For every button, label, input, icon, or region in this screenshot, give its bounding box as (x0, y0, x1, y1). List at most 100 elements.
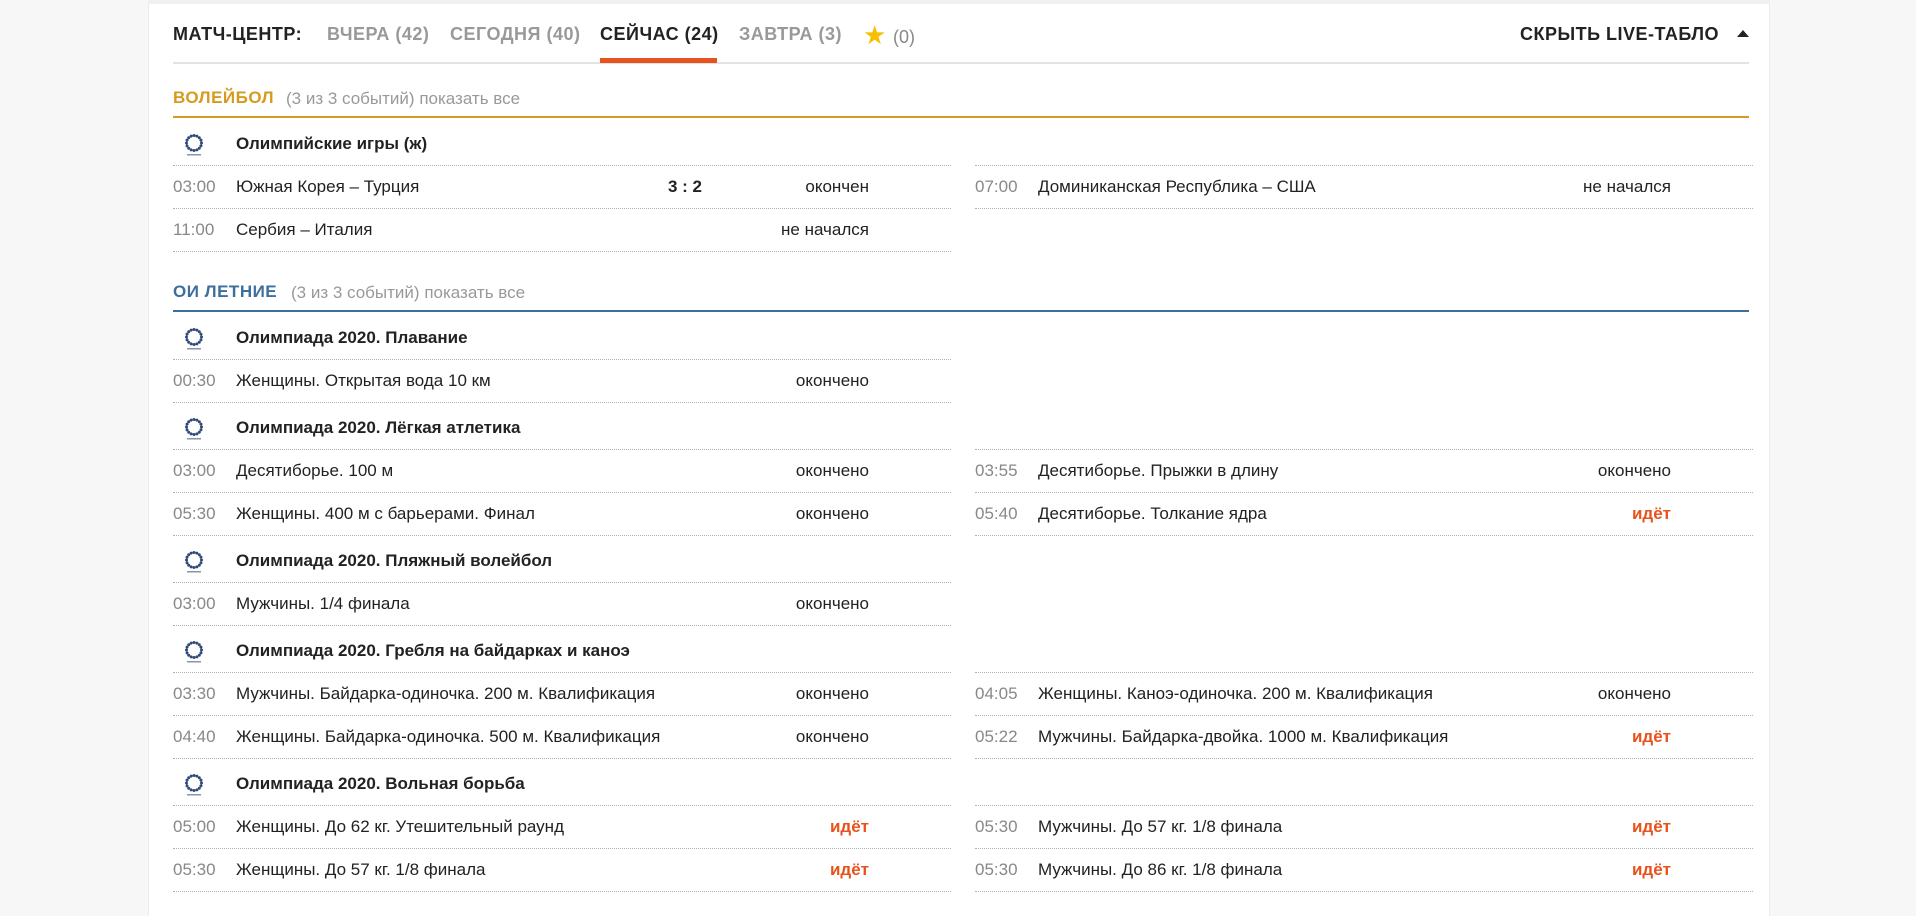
event-row[interactable]: 03:30 Мужчины. Байдарка-одиночка. 200 м. … (173, 672, 951, 715)
event-row[interactable]: 03:55 Десятиборье. Прыжки в длину окончено (975, 449, 1753, 492)
league-name[interactable]: Олимпиада 2020. Вольная борьба (236, 772, 525, 796)
event-time: 07:00 (975, 177, 1018, 196)
league-name[interactable]: Олимпиада 2020. Плавание (236, 326, 468, 350)
event-title[interactable]: Мужчины. 1/4 финала (236, 593, 410, 615)
event-title[interactable]: Женщины. До 62 кг. Утешительный раунд (236, 816, 564, 838)
event-time: 05:00 (173, 817, 216, 836)
event-time: 05:40 (975, 504, 1018, 523)
event-title[interactable]: Женщины. Байдарка-одиночка. 500 м. Квали… (236, 726, 660, 748)
olympic-logo-icon (185, 641, 203, 663)
league-name[interactable]: Олимпиада 2020. Лёгкая атлетика (236, 416, 520, 440)
row-divider (173, 891, 951, 892)
event-status: окончено (795, 461, 869, 480)
event-time: 05:30 (975, 860, 1018, 879)
event-row[interactable]: 11:00 Сербия – Италия не начался (173, 208, 951, 251)
event-time: 03:00 (173, 594, 216, 613)
event-status: идёт (1631, 860, 1671, 879)
event-row[interactable]: 00:30 Женщины. Открытая вода 10 км окончен… (173, 359, 951, 402)
event-status: окончено (795, 504, 869, 523)
tab-yesterday[interactable]: ВЧЕРА (42) (327, 20, 429, 48)
event-row[interactable]: 03:00 Мужчины. 1/4 финала окончено (173, 582, 951, 625)
event-row[interactable]: 05:22 Мужчины. Байдарка-двойка. 1000 м. К… (975, 715, 1753, 758)
olympic-logo-icon (185, 774, 203, 796)
sport-name[interactable]: ВОЛЕЙБОЛ (173, 88, 274, 108)
event-time: 05:30 (975, 817, 1018, 836)
league-header: Олимпиада 2020. Плавание (173, 312, 951, 359)
event-status: окончено (1597, 461, 1671, 480)
event-status: идёт (829, 817, 869, 836)
row-divider (975, 208, 1753, 209)
hide-live-board-button[interactable]: СКРЫТЬ LIVE-ТАБЛО (1520, 20, 1749, 48)
favorites-count: (0) (893, 27, 915, 47)
event-time: 03:55 (975, 461, 1018, 480)
event-row[interactable]: 04:40 Женщины. Байдарка-одиночка. 500 м. … (173, 715, 951, 758)
event-row[interactable]: 07:00 Доминиканская Республика – США не на… (975, 165, 1753, 208)
league-name[interactable]: Олимпийские игры (ж) (236, 132, 427, 156)
event-time: 04:05 (975, 684, 1018, 703)
event-status: окончено (795, 727, 869, 746)
event-status: окончено (795, 594, 869, 613)
sport-section-header: ОИ ЛЕТНИЕ (3 из 3 событий) показать все (173, 274, 1749, 312)
sport-name[interactable]: ОИ ЛЕТНИЕ (173, 282, 277, 302)
event-status: окончено (795, 684, 869, 703)
row-divider (975, 535, 1753, 536)
event-title[interactable]: Женщины. Открытая вода 10 км (236, 370, 491, 392)
row-divider (975, 891, 1753, 892)
events-count: (3 из 3 событий) (286, 89, 415, 108)
event-title[interactable]: Мужчины. До 86 кг. 1/8 финала (1038, 859, 1282, 881)
olympic-logo-icon (185, 134, 203, 156)
event-title[interactable]: Мужчины. Байдарка-двойка. 1000 м. Квалиф… (1038, 726, 1448, 748)
events-count-info: (3 из 3 событий) показать все (286, 89, 520, 109)
event-title[interactable]: Женщины. До 57 кг. 1/8 финала (236, 859, 485, 881)
event-status: окончено (795, 371, 869, 390)
show-all-link[interactable]: показать все (419, 89, 520, 108)
event-title[interactable]: Сербия – Италия (236, 219, 372, 241)
event-title[interactable]: Десятиборье. 100 м (236, 460, 393, 482)
event-status: идёт (829, 860, 869, 879)
events-count: (3 из 3 событий) (291, 283, 420, 302)
event-row[interactable]: 05:40 Десятиборье. Толкание ядра идёт (975, 492, 1753, 535)
league-name[interactable]: Олимпиада 2020. Гребля на байдарках и ка… (236, 639, 630, 663)
event-status: окончено (1597, 684, 1671, 703)
event-row[interactable]: 05:00 Женщины. До 62 кг. Утешительный рау… (173, 805, 951, 848)
event-row[interactable]: 05:30 Мужчины. До 57 кг. 1/8 финала идёт (975, 805, 1753, 848)
league-name[interactable]: Олимпиада 2020. Пляжный волейбол (236, 549, 552, 573)
tab-today[interactable]: СЕГОДНЯ (40) (450, 20, 581, 48)
event-time: 03:30 (173, 684, 216, 703)
event-row[interactable]: 04:05 Женщины. Каноэ-одиночка. 200 м. Ква… (975, 672, 1753, 715)
event-title[interactable]: Десятиборье. Толкание ядра (1038, 503, 1267, 525)
hide-live-board-label: СКРЫТЬ LIVE-ТАБЛО (1519, 24, 1719, 44)
event-status: идёт (1631, 727, 1671, 746)
event-status: не начался (781, 220, 869, 239)
event-title[interactable]: Женщины. Каноэ-одиночка. 200 м. Квалифик… (1038, 683, 1433, 705)
event-row[interactable]: 03:00 Южная Корея – Турция 3 : 2 окончен (173, 165, 951, 208)
event-row[interactable]: 05:30 Женщины. 400 м с барьерами. Финал ок… (173, 492, 951, 535)
league-header: Олимпиада 2020. Лёгкая атлетика (173, 402, 951, 449)
event-row[interactable]: 05:30 Мужчины. До 86 кг. 1/8 финала идёт (975, 848, 1753, 891)
caret-up-icon (1737, 29, 1749, 37)
active-tab-underline (600, 58, 717, 63)
event-time: 00:30 (173, 371, 216, 390)
event-time: 05:30 (173, 504, 216, 523)
event-status: идёт (1631, 817, 1671, 836)
event-score: 3 : 2 (668, 177, 703, 196)
event-row[interactable]: 03:00 Десятиборье. 100 м окончено (173, 449, 951, 492)
event-title[interactable]: Мужчины. До 57 кг. 1/8 финала (1038, 816, 1282, 838)
star-icon[interactable]: ★ (863, 22, 886, 48)
sport-section-header: ВОЛЕЙБОЛ (3 из 3 событий) показать все (173, 80, 1749, 118)
event-row[interactable]: 05:30 Женщины. До 57 кг. 1/8 финала идёт (173, 848, 951, 891)
event-title[interactable]: Мужчины. Байдарка-одиночка. 200 м. Квали… (236, 683, 655, 705)
scoreboard-content: МАТЧ-ЦЕНТР: ВЧЕРА (42) СЕГОДНЯ (40) СЕЙЧ… (173, 4, 1753, 892)
event-time: 04:40 (173, 727, 216, 746)
event-title[interactable]: Десятиборье. Прыжки в длину (1038, 460, 1278, 482)
event-status: идёт (1631, 504, 1671, 523)
tab-tomorrow[interactable]: ЗАВТРА (3) (739, 20, 842, 48)
event-title[interactable]: Южная Корея – Турция (236, 176, 419, 198)
tab-now[interactable]: СЕЙЧАС (24) (600, 20, 719, 48)
event-title[interactable]: Доминиканская Республика – США (1038, 176, 1316, 198)
olympic-logo-icon (185, 328, 203, 350)
olympic-logo-icon (185, 551, 203, 573)
event-title[interactable]: Женщины. 400 м с барьерами. Финал (236, 503, 535, 525)
event-status: окончен (805, 177, 869, 196)
show-all-link[interactable]: показать все (424, 283, 525, 302)
